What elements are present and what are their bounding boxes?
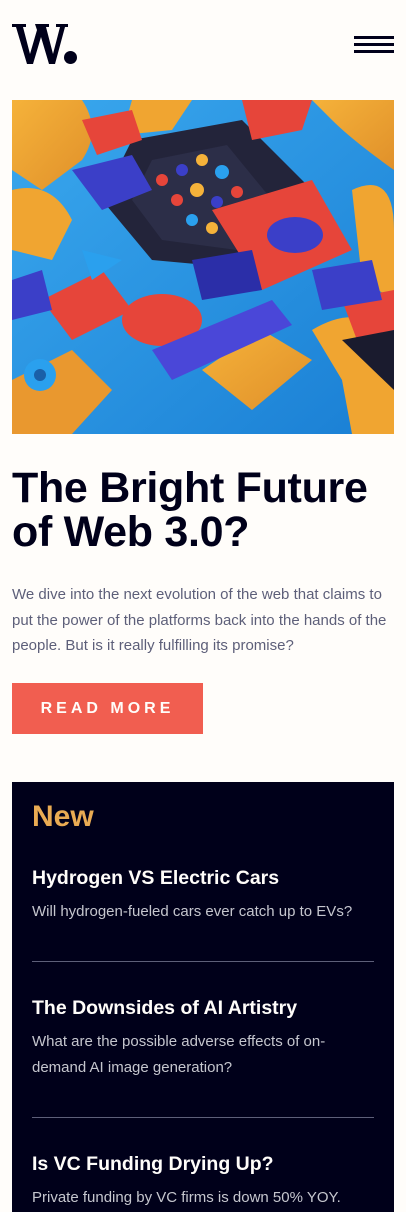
news-divider — [32, 1117, 374, 1118]
hero-title[interactable]: The Bright Future of Web 3.0? — [12, 466, 398, 554]
hero-image[interactable] — [12, 100, 394, 434]
news-item-title[interactable]: Hydrogen VS Electric Cars — [32, 865, 374, 891]
site-header — [0, 0, 406, 100]
new-section-heading: New — [32, 800, 94, 833]
hamburger-menu-button[interactable] — [350, 28, 398, 62]
news-item: Hydrogen VS Electric Cars Will hydrogen-… — [32, 865, 374, 925]
news-item: Is VC Funding Drying Up? Private funding… — [32, 1151, 374, 1211]
news-item-description: Will hydrogen-fueled cars ever catch up … — [32, 903, 353, 920]
abstract-3d-blocks-image — [12, 100, 394, 434]
news-item-description: Private funding by VC firms is down 50% … — [32, 1189, 341, 1206]
menu-bar-top — [354, 36, 394, 39]
menu-bar-bottom — [354, 50, 394, 53]
read-more-button[interactable]: READ MORE — [12, 683, 203, 734]
new-articles-panel: New Hydrogen VS Electric Cars Will hydro… — [12, 782, 394, 1212]
hero-description: We dive into the next evolution of the w… — [12, 586, 387, 654]
news-divider — [32, 961, 374, 962]
news-item-title[interactable]: Is VC Funding Drying Up? — [32, 1151, 374, 1177]
logo-mark-icon — [12, 24, 77, 64]
news-item-description: What are the possible adverse effects of… — [32, 1033, 326, 1076]
news-item-title[interactable]: The Downsides of AI Artistry — [32, 995, 374, 1021]
site-logo[interactable] — [12, 22, 78, 66]
menu-bar-middle — [354, 43, 394, 46]
news-item: The Downsides of AI Artistry What are th… — [32, 995, 374, 1080]
